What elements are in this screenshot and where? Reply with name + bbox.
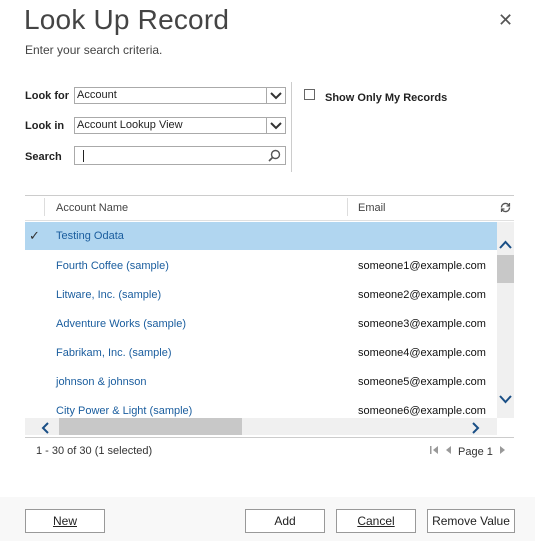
previous-page-icon[interactable] [445,445,452,458]
email-cell: someone6@example.com [358,405,486,417]
look-in-select[interactable]: Account Lookup View [74,117,286,134]
email-cell: someone4@example.com [358,347,486,359]
dialog-title: Look Up Record [24,4,230,35]
next-page-icon[interactable] [499,445,506,458]
account-name-cell[interactable]: johnson & johnson [56,376,147,388]
look-for-select[interactable]: Account [74,87,286,104]
account-name-cell[interactable]: Testing Odata [56,230,124,242]
page-label: Page 1 [458,445,493,458]
table-row[interactable]: Litware, Inc. (sample) someone2@example.… [25,281,497,309]
column-header-account-name[interactable]: Account Name [56,202,128,214]
look-in-label: Look in [25,120,65,132]
scroll-down-icon[interactable] [499,391,512,409]
text-caret [83,150,84,162]
table-row[interactable]: ✓ Testing Odata [25,222,497,250]
record-count: 1 - 30 of 30 (1 selected) [36,445,153,457]
column-header-email[interactable]: Email [358,202,386,214]
remove-value-button[interactable]: Remove Value [427,509,515,533]
vertical-scroll-thumb[interactable] [497,255,514,283]
grid-header-border [25,220,514,221]
search-icon[interactable] [268,149,281,167]
chevron-down-icon[interactable] [266,118,285,133]
table-row[interactable]: Fabrikam, Inc. (sample) someone4@example… [25,339,497,367]
table-row[interactable]: Adventure Works (sample) someone3@exampl… [25,310,497,338]
dialog-subtitle: Enter your search criteria. [25,43,163,57]
pager: Page 1 [429,445,506,458]
table-row[interactable]: johnson & johnson someone5@example.com [25,368,497,396]
horizontal-scroll-thumb[interactable] [59,418,242,435]
scroll-up-icon[interactable] [499,236,512,254]
column-separator [44,198,45,216]
table-row[interactable]: City Power & Light (sample) someone6@exa… [25,397,497,418]
grid-footer-border [25,437,514,438]
show-only-mine-checkbox[interactable] [304,89,315,100]
column-separator [347,198,348,216]
refresh-icon[interactable] [499,201,512,219]
new-button[interactable]: New [25,509,105,533]
account-name-cell[interactable]: City Power & Light (sample) [56,405,192,417]
email-cell: someone5@example.com [358,376,486,388]
checkmark-icon: ✓ [29,228,40,243]
email-cell: someone3@example.com [358,318,486,330]
form-divider [291,82,292,172]
email-cell: someone1@example.com [358,260,486,272]
account-name-cell[interactable]: Fourth Coffee (sample) [56,260,169,272]
search-label: Search [25,151,62,163]
account-name-cell[interactable]: Litware, Inc. (sample) [56,289,161,301]
grid-top-border [25,195,514,196]
add-button[interactable]: Add [245,509,325,533]
look-for-value: Account [77,89,117,101]
first-page-icon[interactable] [429,445,439,458]
look-for-label: Look for [25,90,69,102]
chevron-down-icon[interactable] [266,88,285,103]
cancel-button[interactable]: Cancel [336,509,416,533]
account-name-cell[interactable]: Fabrikam, Inc. (sample) [56,347,172,359]
search-input[interactable] [74,146,286,165]
close-icon[interactable]: ✕ [498,11,513,29]
button-bar: New Add Cancel Remove Value [0,497,535,541]
show-only-mine-label: Show Only My Records [325,92,448,104]
email-cell: someone2@example.com [358,289,486,301]
account-name-cell[interactable]: Adventure Works (sample) [56,318,186,330]
look-in-value: Account Lookup View [77,119,183,131]
table-row[interactable]: Fourth Coffee (sample) someone1@example.… [25,252,497,280]
